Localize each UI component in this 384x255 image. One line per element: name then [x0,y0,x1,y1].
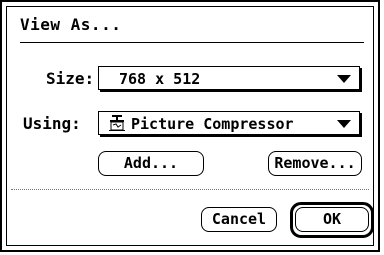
size-label: Size: [46,69,95,88]
ok-button[interactable]: OK [295,207,369,232]
add-button[interactable]: Add... [98,151,204,176]
remove-button[interactable]: Remove... [268,151,362,176]
using-label: Using: [23,114,81,133]
separator [11,189,369,190]
using-popup[interactable]: Picture Compressor [98,111,360,135]
size-popup[interactable]: 768 x 512 [98,66,360,90]
dialog-title: View As... [20,15,122,34]
size-value: 768 x 512 [119,70,201,88]
chevron-down-icon [337,120,351,128]
chevron-down-icon [337,75,351,83]
compressor-icon [109,115,125,131]
view-as-dialog: View As... Size: 768 x 512 Using: Pictur… [0,0,380,252]
title-separator [20,42,364,43]
using-value: Picture Compressor [131,115,294,133]
cancel-button[interactable]: Cancel [201,207,277,232]
